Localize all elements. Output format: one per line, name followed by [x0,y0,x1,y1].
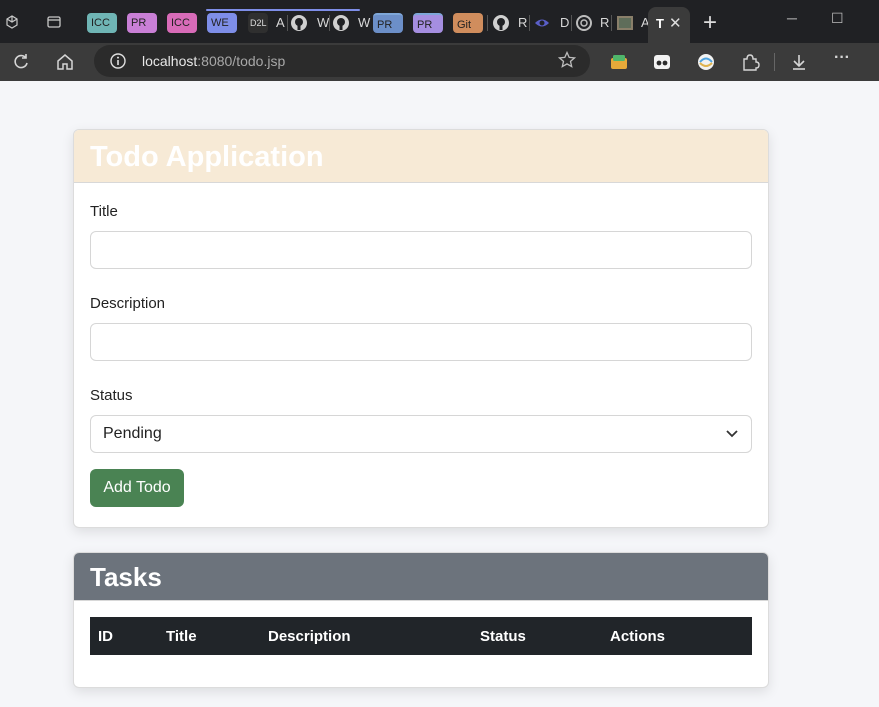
tab-label: PR [377,19,393,31]
tasks-card: Tasks ID Title Description Status Action… [73,552,769,688]
tasks-table-wrapper: ID Title Description Status Actions [74,601,768,671]
status-select[interactable]: Pending [90,415,752,453]
tab-title[interactable]: R [600,15,609,30]
tab-favicon-chip[interactable]: ICC [87,13,117,33]
close-tab-icon[interactable]: ✕ [669,14,682,32]
collections-icon[interactable] [609,52,629,72]
description-label: Description [90,295,166,312]
sloth-site-icon[interactable] [533,14,551,32]
active-tab-favicon: T [656,16,664,31]
toolbar-separator [774,53,775,71]
tab-favicon-chip[interactable]: WE [207,13,237,33]
tab-separator [487,15,488,31]
url-text[interactable]: localhost:8080/todo.jsp [142,53,285,69]
tab-separator [529,15,530,31]
tab-favicon-chip[interactable]: PR [413,13,443,33]
site-info-icon[interactable] [110,53,126,69]
workspaces-icon[interactable] [4,14,20,30]
url-path: :8080/todo.jsp [197,53,286,69]
tab-favicon-chip[interactable]: ICC [167,13,197,33]
tab-separator [571,15,572,31]
github-icon[interactable] [290,14,308,32]
column-header-id: ID [98,627,113,645]
downloads-icon[interactable] [789,52,809,72]
tab-label: PR [131,17,147,29]
browser-toolbar: localhost:8080/todo.jsp ··· [0,43,879,81]
column-header-description: Description [268,627,351,645]
tab-title[interactable]: A [276,15,285,30]
tab-favicon-chip[interactable]: Git [453,13,483,33]
status-selected-value: Pending [103,425,162,442]
maximize-button[interactable]: ☐ [831,10,844,27]
tab-title[interactable]: R [518,15,527,30]
column-header-status: Status [480,627,526,645]
tab-favicon-chip[interactable]: D2L [248,13,268,33]
tab-separator [611,15,612,31]
extension-mask-icon[interactable] [652,52,672,72]
status-label: Status [90,387,133,404]
active-tab[interactable]: T ✕ [648,7,690,43]
tab-label: D2L [250,18,267,28]
image-thumbnail-icon[interactable] [616,14,634,32]
title-label: Title [90,203,118,220]
tab-separator [287,15,288,31]
extensions-puzzle-icon[interactable] [740,52,760,72]
todo-form-card: Todo Application Title Description Statu… [73,129,769,528]
description-input[interactable] [90,323,752,361]
tab-actions-icon[interactable] [46,14,62,30]
favorite-star-icon[interactable] [558,51,576,69]
home-icon[interactable] [55,52,75,72]
refresh-icon[interactable] [11,52,31,72]
tab-label: PR [417,19,433,31]
tab-title[interactable]: D [560,15,569,30]
tab-favicon-chip[interactable]: PR [373,13,403,33]
tab-separator [329,15,330,31]
extension-globe-icon[interactable] [696,52,716,72]
new-tab-button[interactable]: + [703,9,717,37]
openai-icon[interactable] [575,14,593,32]
todo-form: Title Description Status Pending Add Tod… [74,183,768,523]
tab-label: WE [211,17,229,29]
tab-favicon-chip[interactable]: PR [127,13,157,33]
tab-label: ICC [91,17,110,29]
github-icon[interactable] [332,14,350,32]
column-header-title: Title [166,627,197,645]
chevron-down-icon [726,430,738,438]
browser-tab-bar: ICC PR ICC WE D2L A W W PR PR Git R D R … [0,0,879,43]
more-menu-icon[interactable]: ··· [834,49,854,69]
github-icon[interactable] [492,14,510,32]
tasks-title: Tasks [90,562,162,592]
tab-group-indicator [206,9,360,11]
tab-label: Git [457,19,472,31]
page-title: Todo Application [90,141,324,173]
column-header-actions: Actions [610,627,666,645]
minimize-button[interactable]: ─ [787,10,797,26]
tab-label: ICC [171,17,190,29]
table-header-row: ID Title Description Status Actions [90,617,752,655]
add-todo-button[interactable]: Add Todo [90,469,184,507]
address-bar[interactable]: localhost:8080/todo.jsp [94,45,590,77]
form-card-header: Todo Application [74,130,768,183]
url-host: localhost [142,53,198,69]
title-input[interactable] [90,231,752,269]
tasks-table: ID Title Description Status Actions [90,617,752,655]
tasks-card-header: Tasks [74,553,768,601]
tab-title[interactable]: W [358,15,370,30]
tab-title[interactable]: W [317,15,329,30]
